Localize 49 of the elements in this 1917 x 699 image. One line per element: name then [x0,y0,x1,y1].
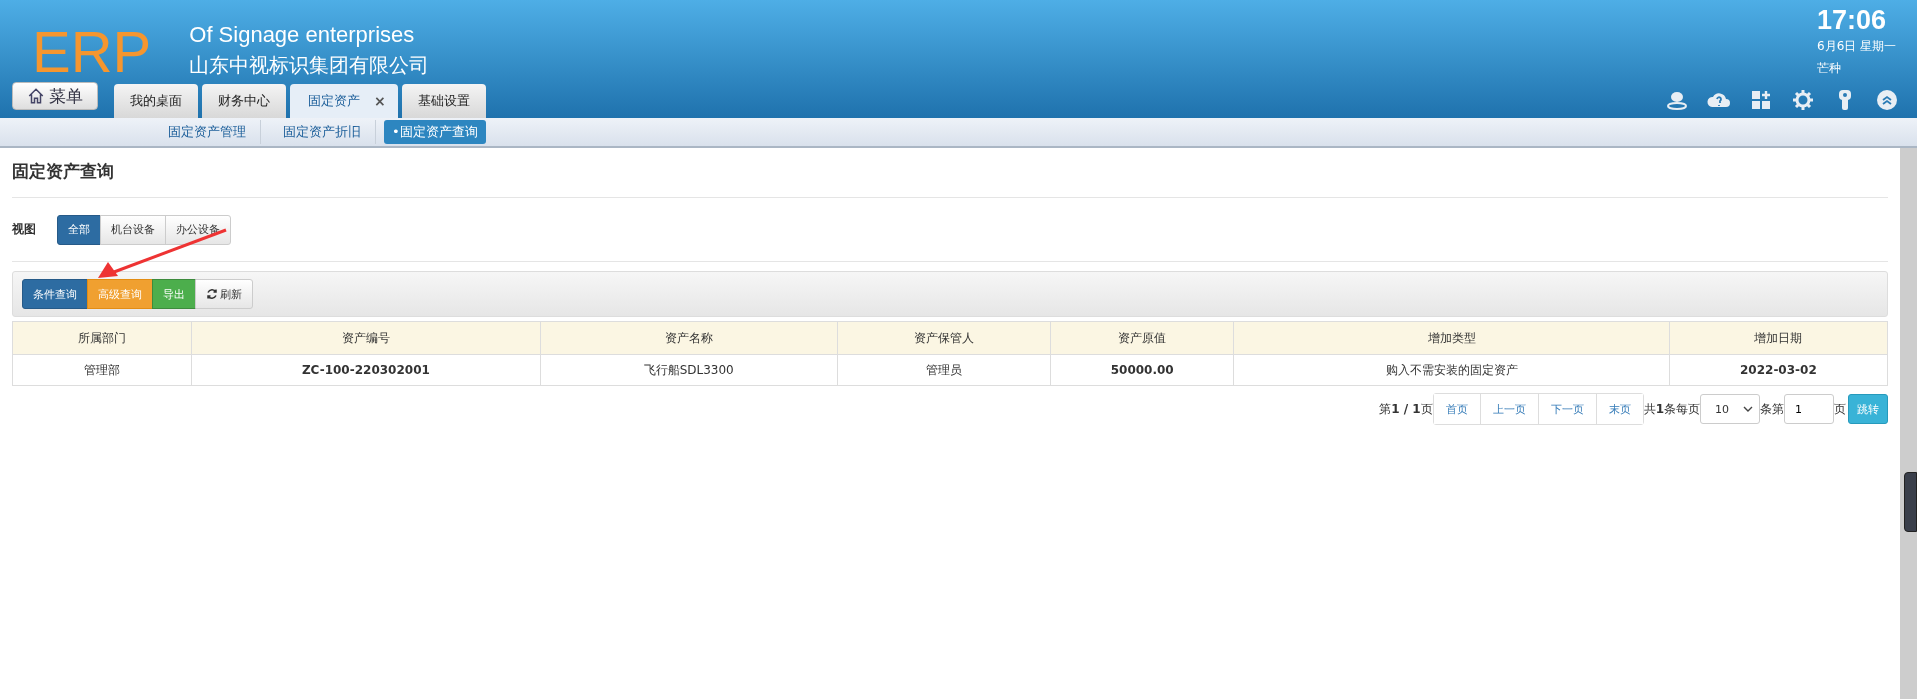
table-cell: 2022-03-02 [1668,355,1887,385]
table-cell-text: 管理部 [83,361,122,379]
module-tab[interactable]: 固定资产 × [290,84,398,118]
subnav-link[interactable]: •固定资产查询 [384,120,486,144]
column-header: 资产编号 [191,322,540,355]
column-header: 增加类型 [1233,322,1669,355]
caret-icon [1743,405,1753,413]
table-cell: ZC-100-220302001 [191,355,540,385]
clock-time: 17:06 [1817,4,1888,36]
table-cell: 管理员 [836,355,1051,385]
page-info: 第1 / 1页 [1379,400,1433,418]
goto-label: 条第 [1760,400,1784,418]
erp-logo: ERP [32,20,152,84]
close-tab-button[interactable]: × [374,93,386,109]
pager-button[interactable]: 末页 [1595,394,1643,424]
page-size-select[interactable]: 10 [1700,394,1760,424]
module-tab[interactable]: 我的桌面 [114,84,198,118]
settings-icon[interactable] [1791,88,1815,112]
table-cell: 飞行船SDL3300 [539,355,837,385]
company-name-english: Of Signage enterprises [189,21,416,49]
table-cell: 购入不需安装的固定资产 [1233,355,1669,385]
column-header: 增加日期 [1668,322,1887,355]
collapse-icon[interactable] [1875,88,1899,112]
menu-button[interactable]: 菜单 [12,82,98,110]
refresh-icon [206,288,218,300]
scrollbar[interactable] [1900,148,1917,699]
view-label: 视图 [12,221,36,238]
subnav-link[interactable]: 固定资产折旧 [269,120,376,144]
solar-term: 芒种 [1817,60,1842,77]
view-filter-button[interactable]: 全部 [57,214,101,245]
page-title: 固定资产查询 [12,148,1888,198]
module-tab[interactable]: 财务中心 [202,84,286,118]
column-header: 资产保管人 [836,322,1051,355]
home-icon [27,87,45,105]
add-widget-icon[interactable] [1749,88,1773,112]
view-filter-button[interactable]: 机台设备 [100,214,166,245]
subnav-link[interactable]: 固定资产管理 [154,120,261,144]
column-header: 资产名称 [539,322,837,355]
clock-date: 6月6日 星期一 [1817,38,1898,55]
column-header: 所属部门 [13,322,192,355]
page-number-input[interactable]: 1 [1784,394,1834,424]
table-cell: 50000.00 [1050,355,1234,385]
column-header: 资产原值 [1050,322,1234,355]
module-tab[interactable]: 基础设置 [401,84,486,118]
total-count: 共1条每页 [1643,400,1700,418]
refresh-button[interactable]: 刷新 [195,279,253,309]
toolbar-button[interactable]: 条件查询 [22,279,88,309]
goto-suffix: 页 [1834,400,1846,418]
company-name: 山东中视标识集团有限公司 [189,52,430,79]
